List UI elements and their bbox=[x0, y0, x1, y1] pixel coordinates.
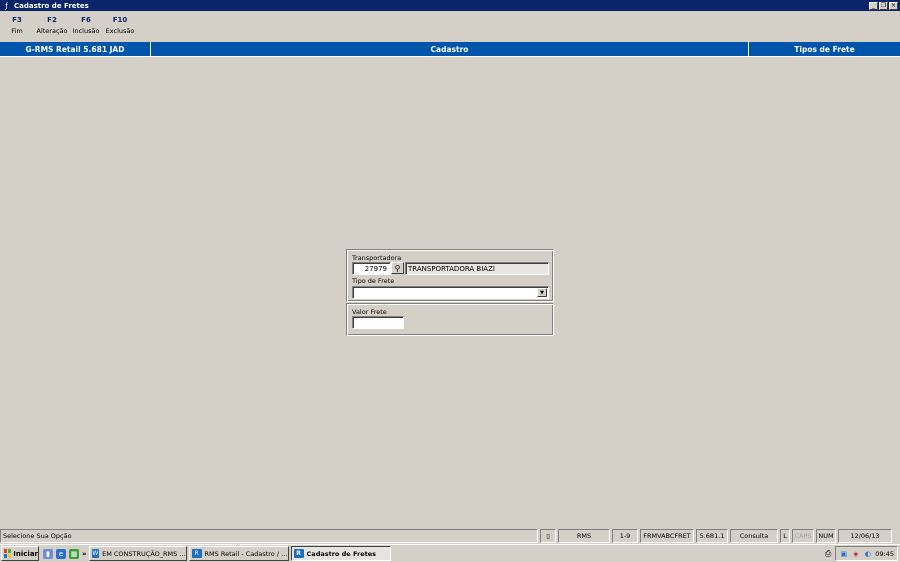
clock: 09:45 bbox=[875, 549, 894, 558]
valor-frete-field[interactable] bbox=[352, 316, 404, 329]
fkey-exclusao-button[interactable]: F10 Exclusão bbox=[102, 15, 138, 41]
fkey-code: F10 bbox=[112, 16, 128, 24]
transportadora-label: Transportadora bbox=[352, 254, 402, 262]
carrier-group: Transportadora 27979 ⚲ TRANSPORTADORA BI… bbox=[346, 249, 554, 302]
fkey-code: F6 bbox=[81, 16, 91, 24]
window-title-bar: ƒ Cadastro de Fretes _ ❐ × bbox=[0, 0, 900, 11]
status-message: Selecione Sua Opção bbox=[0, 529, 538, 543]
taskbar-item[interactable]: R RMS Retail - Cadastro / ... bbox=[188, 546, 289, 561]
chevron-down-icon[interactable]: ▼ bbox=[537, 288, 547, 297]
close-button[interactable]: × bbox=[889, 1, 898, 10]
fkey-label: Fim bbox=[11, 27, 23, 35]
start-button[interactable]: Iniciar bbox=[1, 546, 39, 561]
printer-icon[interactable]: ⎙ bbox=[825, 549, 831, 559]
status-form-id: FRMVABCFRET bbox=[640, 529, 694, 543]
fkey-label: Inclusão bbox=[72, 27, 100, 35]
taskbar-item-label: EM CONSTRUÇÃO_RMS ... bbox=[102, 549, 186, 558]
browser-icon[interactable]: e bbox=[56, 548, 66, 559]
fkey-label: Exclusão bbox=[105, 27, 135, 35]
tipo-frete-select[interactable]: ▼ bbox=[352, 286, 549, 299]
status-bar: Selecione Sua Opção ▯ RMS 1-9 FRMVABCFRE… bbox=[0, 529, 900, 543]
document-icon: ▯ bbox=[540, 529, 556, 543]
window-controls: _ ❐ × bbox=[869, 1, 898, 10]
transportadora-name-field: TRANSPORTADORA BIAZI bbox=[405, 262, 549, 275]
status-version: 5.681.1 bbox=[696, 529, 728, 543]
valor-frete-label: Valor Frete bbox=[352, 308, 387, 316]
desktop-icon[interactable]: ▦ bbox=[69, 548, 79, 559]
quick-launch-icon[interactable]: ▮ bbox=[43, 548, 53, 559]
subsection-label: Tipos de Frete bbox=[794, 44, 855, 54]
status-mode: Consulta bbox=[730, 529, 778, 543]
shield-icon[interactable]: ◈ bbox=[851, 549, 860, 558]
transportadora-code-field[interactable]: 27979 bbox=[352, 262, 391, 275]
volume-icon[interactable]: ◐ bbox=[863, 549, 872, 558]
document-icon: W bbox=[91, 549, 100, 558]
restore-button[interactable]: ❐ bbox=[879, 1, 888, 10]
module-header: G-RMS Retail 5.681 JAD Cadastro Tipos de… bbox=[0, 42, 900, 57]
status-date: 12/06/13 bbox=[838, 529, 892, 543]
fkey-inclusao-button[interactable]: F6 Inclusão bbox=[70, 15, 102, 41]
minimize-button[interactable]: _ bbox=[869, 1, 878, 10]
taskbar-item-label: RMS Retail - Cadastro / ... bbox=[204, 549, 288, 558]
status-num: NUM bbox=[816, 529, 836, 543]
fkey-code: F2 bbox=[47, 16, 57, 24]
start-label: Iniciar bbox=[13, 549, 38, 558]
fkey-label: Alteração bbox=[36, 27, 68, 35]
fkey-alteracao-button[interactable]: F2 Alteração bbox=[34, 15, 70, 41]
taskbar-item-label: Cadastro de Fretes bbox=[306, 549, 376, 558]
function-key-toolbar: F3 Fim F2 Alteração F6 Inclusão F10 Excl… bbox=[0, 15, 138, 41]
status-system: RMS bbox=[558, 529, 610, 543]
window-title: Cadastro de Fretes bbox=[14, 1, 89, 10]
app-icon: R bbox=[191, 549, 202, 558]
taskbar-item-active[interactable]: R Cadastro de Fretes bbox=[290, 546, 391, 561]
taskbar-item[interactable]: W EM CONSTRUÇÃO_RMS ... bbox=[88, 546, 187, 561]
fkey-code: F3 bbox=[12, 16, 22, 24]
windows-logo-icon bbox=[4, 549, 12, 558]
quick-launch: ▮ e ▦ » bbox=[43, 548, 87, 559]
freight-value-group: Valor Frete bbox=[346, 303, 554, 336]
section-label: Cadastro bbox=[151, 42, 749, 56]
tipo-frete-label: Tipo de Frete bbox=[352, 277, 395, 285]
status-caps: CAPS bbox=[792, 529, 814, 543]
status-range: 1-9 bbox=[612, 529, 638, 543]
system-tray: ▣ ◈ ◐ 09:45 bbox=[835, 546, 898, 561]
status-l: L bbox=[780, 529, 790, 543]
fkey-fim-button[interactable]: F3 Fim bbox=[0, 15, 34, 41]
app-icon: ƒ bbox=[5, 1, 8, 10]
taskbar: Iniciar ▮ e ▦ » W EM CONSTRUÇÃO_RMS ... … bbox=[0, 544, 900, 562]
binoculars-icon[interactable]: ⚲ bbox=[391, 262, 404, 274]
more-chevron-icon[interactable]: » bbox=[82, 550, 87, 558]
app-version-label: G-RMS Retail 5.681 JAD bbox=[0, 42, 151, 56]
app-icon: R bbox=[293, 549, 304, 558]
network-icon[interactable]: ▣ bbox=[839, 549, 848, 558]
